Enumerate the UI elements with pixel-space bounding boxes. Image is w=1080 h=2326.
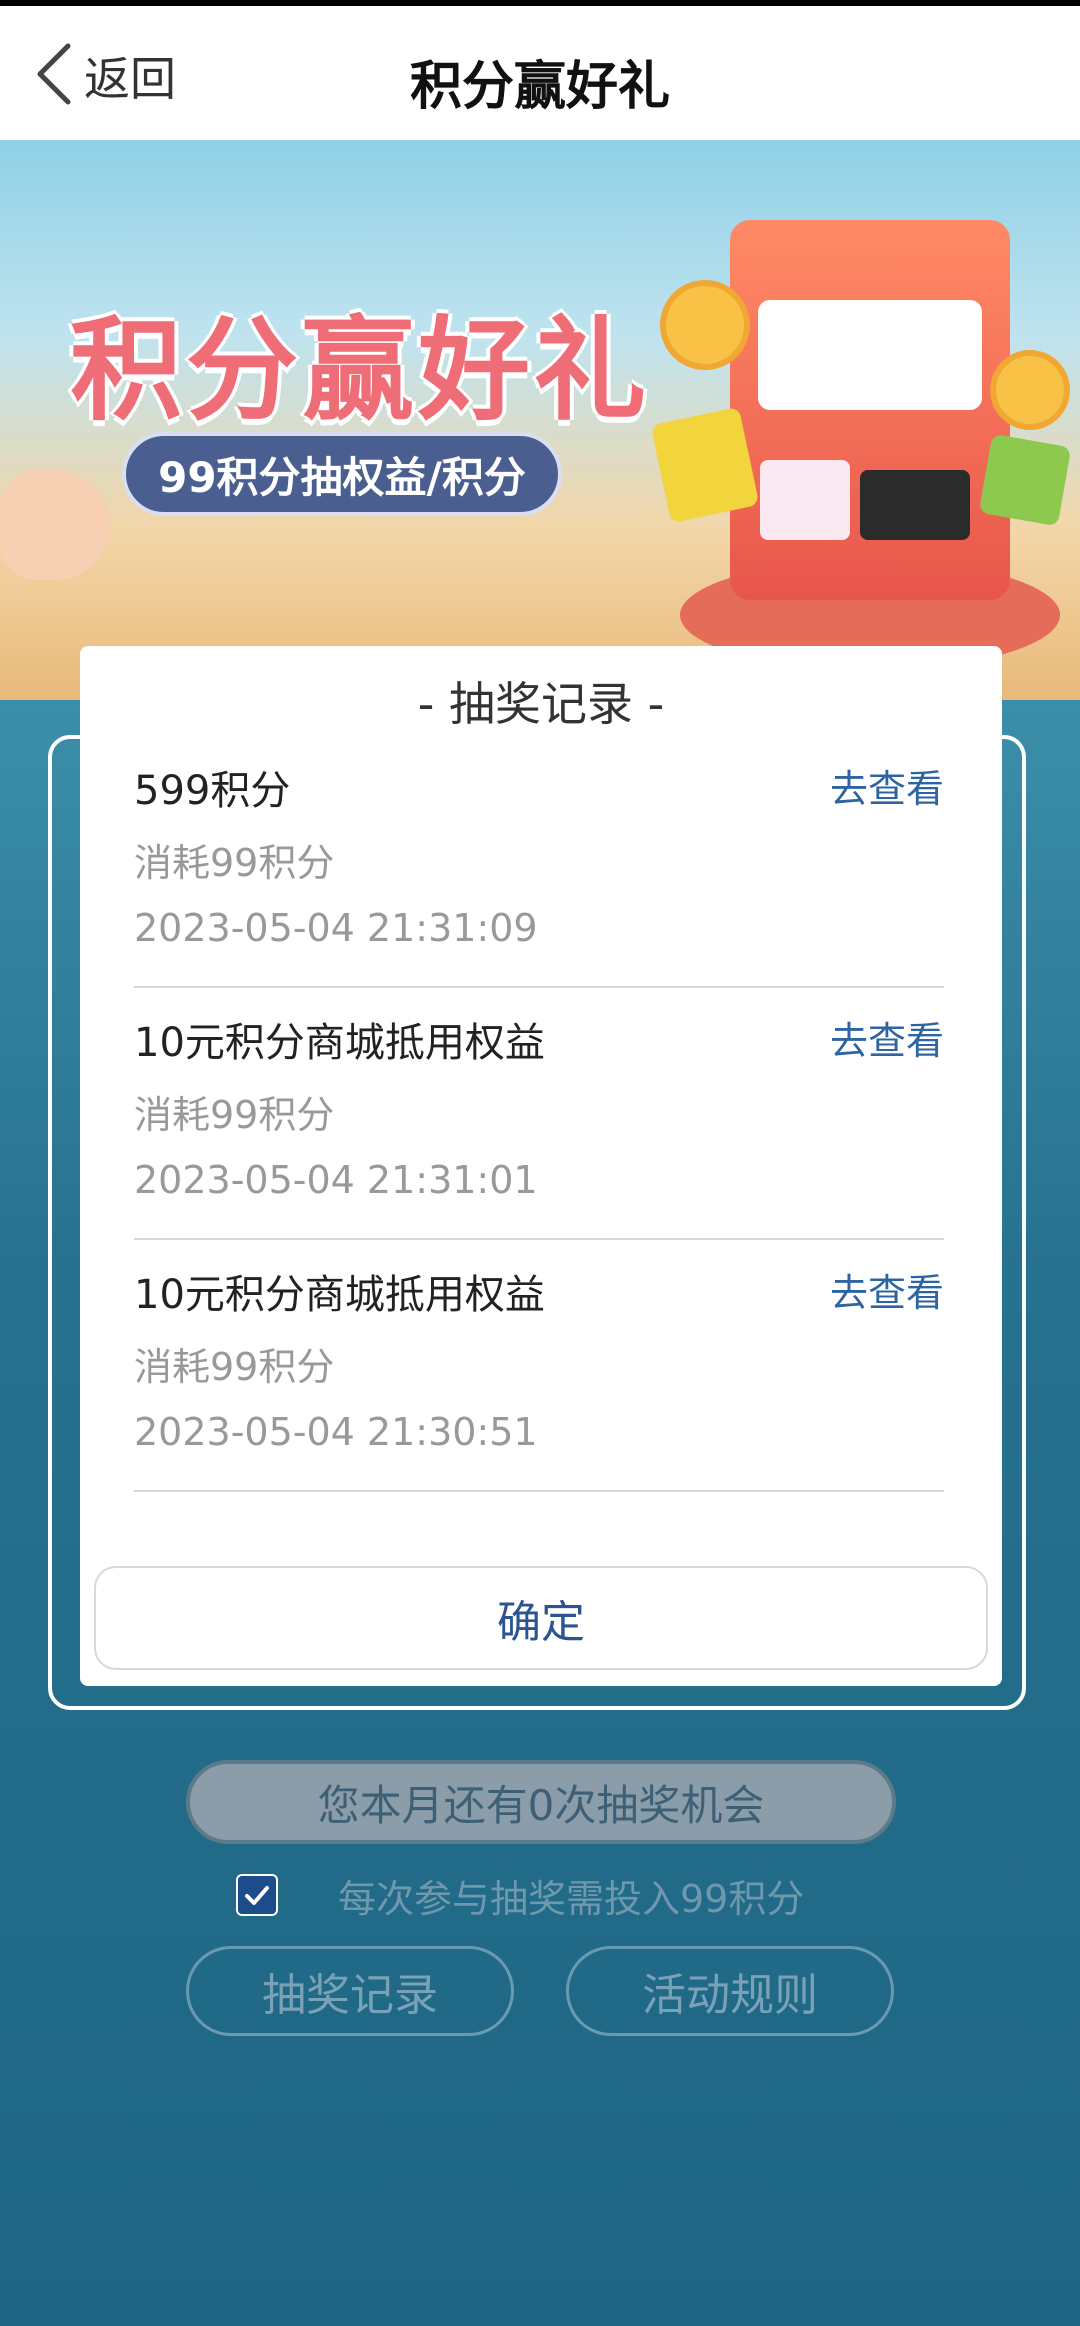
confirm-button[interactable]: 确定: [94, 1566, 988, 1670]
record-time: 2023-05-04 21:31:01: [134, 1158, 538, 1202]
list-item: 599积分 去查看 消耗99积分 2023-05-04 21:31:09: [134, 736, 944, 988]
modal-title: - 抽奖记录 -: [417, 677, 665, 731]
record-prize-name: 10元积分商城抵用权益: [134, 1020, 545, 1066]
lottery-records-modal: - 抽奖记录 - 599积分 去查看 消耗99积分 2023-05-04 21:…: [80, 646, 1002, 1686]
promo-banner: 积分赢好礼 99积分抽权益/积分: [0, 140, 1080, 700]
view-record-link[interactable]: 去查看: [830, 1262, 944, 1317]
yen-coin-icon: [990, 350, 1070, 430]
records-list: 599积分 去查看 消耗99积分 2023-05-04 21:31:09 10元…: [134, 736, 944, 1492]
music-app-icon: [978, 433, 1072, 527]
list-item: 10元积分商城抵用权益 去查看 消耗99积分 2023-05-04 21:31:…: [134, 988, 944, 1240]
credit-card-image: [860, 470, 970, 540]
slot-window: [758, 300, 982, 410]
agree-label: 每次参与抽奖需投入99积分: [338, 1876, 805, 1921]
list-item: 10元积分商城抵用权益 去查看 消耗99积分 2023-05-04 21:30:…: [134, 1240, 944, 1492]
agree-checkbox[interactable]: [236, 1874, 278, 1916]
gift-box-icon: [760, 460, 850, 540]
pointing-hand-image: [0, 470, 110, 580]
checkmark-icon: [245, 1886, 269, 1905]
top-nav-bar: 返回 积分赢好礼: [0, 0, 1080, 140]
lottery-records-button[interactable]: 抽奖记录: [186, 1946, 514, 2036]
record-cost: 消耗99积分: [134, 841, 335, 885]
record-prize-name: 10元积分商城抵用权益: [134, 1272, 545, 1318]
record-cost: 消耗99积分: [134, 1093, 335, 1137]
agree-row[interactable]: 每次参与抽奖需投入99积分: [236, 1870, 805, 1921]
record-prize-name: 599积分: [134, 768, 291, 814]
view-record-link[interactable]: 去查看: [830, 758, 944, 813]
view-record-link[interactable]: 去查看: [830, 1010, 944, 1065]
record-time: 2023-05-04 21:30:51: [134, 1410, 538, 1454]
activity-rules-button[interactable]: 活动规则: [566, 1946, 894, 2036]
record-time: 2023-05-04 21:31:09: [134, 906, 538, 950]
record-cost: 消耗99积分: [134, 1345, 335, 1389]
banner-headline: 积分赢好礼: [70, 306, 650, 436]
banner-subtitle: 99积分抽权益/积分: [122, 432, 562, 516]
coin-100-icon: [660, 280, 750, 370]
slot-machine-image: [730, 220, 1010, 600]
chances-remaining: 您本月还有0次抽奖机会: [186, 1760, 896, 1844]
page-title: 积分赢好礼: [409, 57, 670, 117]
